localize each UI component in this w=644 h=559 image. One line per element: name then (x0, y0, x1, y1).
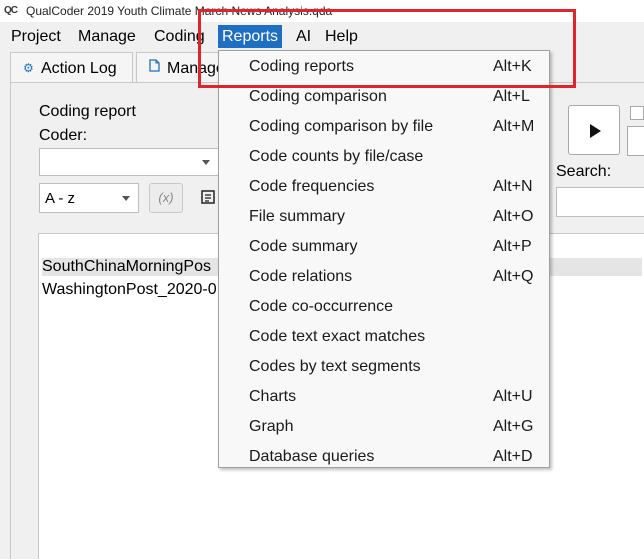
menu-item-graph[interactable]: Graph Alt+G (219, 412, 549, 442)
menu-item-file-summary[interactable]: File summary Alt+O (219, 202, 549, 232)
option-checkbox[interactable] (630, 106, 644, 120)
highlight-annotation-box (198, 9, 576, 88)
menu-item-label: Code relations (249, 268, 353, 285)
menu-item-label: Charts (249, 388, 297, 405)
search-label: Search: (556, 163, 612, 180)
menu-item-code-co-occurrence[interactable]: Code co-occurrence (219, 292, 549, 322)
menu-item-code-summary[interactable]: Code summary Alt+P (219, 232, 549, 262)
menu-item-label: File summary (249, 208, 346, 225)
menu-item-code-text-exact-matches[interactable]: Code text exact matches (219, 322, 549, 352)
menu-item-code-counts-by-file-case[interactable]: Code counts by file/case (219, 142, 549, 172)
menu-item-label: Code text exact matches (249, 328, 426, 345)
run-report-button[interactable] (568, 105, 620, 155)
menu-item-shortcut: Alt+Q (493, 268, 534, 285)
side-button[interactable] (627, 126, 644, 156)
menu-item-charts[interactable]: Charts Alt+U (219, 382, 549, 412)
coder-select[interactable] (39, 148, 219, 176)
menu-item-label: Coding comparison by file (249, 118, 434, 135)
menu-item-code-frequencies[interactable]: Code frequencies Alt+N (219, 172, 549, 202)
file-name: WashingtonPost_2020-0 (42, 281, 217, 298)
menu-item-shortcut: Alt+D (493, 448, 533, 465)
menu-item-label: Code frequencies (249, 178, 375, 195)
menu-project[interactable]: Project (7, 25, 65, 48)
menu-item-coding-comparison-by-file[interactable]: Coding comparison by file Alt+M (219, 112, 549, 142)
coding-report-heading: Coding report (39, 103, 136, 120)
menu-item-label: Graph (249, 418, 294, 435)
gear-icon: ⚙ (23, 61, 34, 75)
menu-item-shortcut: Alt+M (493, 118, 535, 135)
menu-item-label: Database queries (249, 448, 375, 465)
chevron-down-icon (202, 160, 210, 165)
menu-item-label: Codes by text segments (249, 358, 421, 375)
menu-item-database-queries[interactable]: Database queries Alt+D (219, 442, 549, 472)
menu-item-shortcut: Alt+U (493, 388, 533, 405)
tab-label: Action Log (41, 60, 117, 77)
list-item[interactable]: WashingtonPost_2020-0 (42, 281, 217, 299)
document-icon (149, 53, 163, 82)
menu-item-codes-by-text-segments[interactable]: Codes by text segments (219, 352, 549, 382)
sort-order-select[interactable]: A - z (39, 183, 139, 213)
search-input[interactable] (556, 187, 644, 217)
coder-label: Coder: (39, 127, 88, 144)
regex-button[interactable]: (x) (149, 183, 183, 213)
sort-order-value: A - z (45, 190, 76, 207)
chevron-down-icon (122, 196, 130, 201)
document-options-icon[interactable] (201, 190, 215, 204)
file-name: SouthChinaMorningPos (42, 258, 211, 275)
menu-item-shortcut: Alt+G (493, 418, 534, 435)
play-icon (590, 124, 601, 138)
app-logo-icon: QC (4, 5, 18, 16)
menu-item-shortcut: Alt+L (493, 88, 530, 105)
reports-dropdown-menu: Coding reports Alt+K Coding comparison A… (218, 50, 550, 468)
tab-action-log[interactable]: ⚙ Action Log (10, 52, 133, 82)
menu-item-label: Code co-occurrence (249, 298, 394, 315)
menu-item-label: Coding comparison (249, 88, 387, 105)
menu-item-label: Code counts by file/case (249, 148, 424, 165)
menu-item-shortcut: Alt+O (493, 208, 534, 225)
menu-item-label: Code summary (249, 238, 358, 255)
menu-item-shortcut: Alt+P (493, 238, 532, 255)
menu-item-shortcut: Alt+N (493, 178, 533, 195)
menu-item-code-relations[interactable]: Code relations Alt+Q (219, 262, 549, 292)
menu-manage[interactable]: Manage (74, 25, 140, 48)
